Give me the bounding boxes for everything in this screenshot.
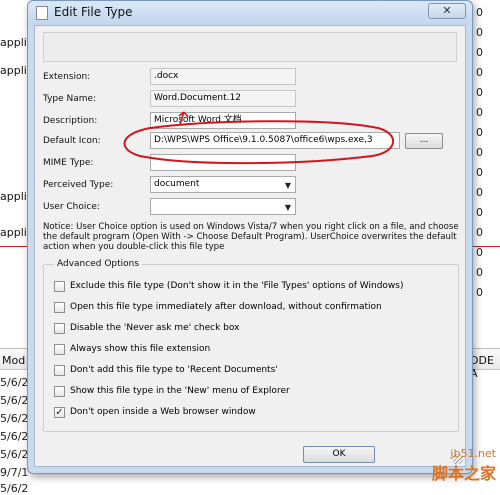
option-label: Show this file type in the 'New' menu of… (70, 386, 290, 396)
table-cell-date: 5/6/2 (0, 394, 29, 407)
dialog-title: Edit File Type (54, 5, 133, 19)
edit-file-type-dialog: Edit File Type ✕ Extension: .docx Type N… (27, 0, 473, 474)
watermark: jb51.net 脚本之家 (432, 447, 496, 484)
option-label: Don't open inside a Web browser window (70, 407, 256, 417)
chevron-down-icon: ▼ (284, 203, 291, 212)
background-number: 0 (476, 186, 483, 199)
background-number: 0 (476, 146, 483, 159)
background-number: 0 (476, 66, 483, 79)
notice-text: Notice: User Choice option is used on Wi… (43, 222, 459, 252)
option-label: Always show this file extension (70, 344, 211, 354)
ok-button[interactable]: OK (303, 446, 375, 463)
background-number: 0 (476, 86, 483, 99)
background-number: 0 (476, 46, 483, 59)
description-input[interactable]: Microsoft Word 文档 (150, 112, 296, 129)
option-label: Don't add this file type to 'Recent Docu… (70, 365, 278, 375)
option-label: Exclude this file type (Don't show it in… (70, 281, 404, 291)
background-number: 0 (476, 226, 483, 239)
type-name-field: Word.Document.12 (150, 90, 296, 107)
checkbox[interactable] (54, 323, 65, 334)
background-number: 0 (476, 246, 483, 259)
checkbox[interactable] (54, 281, 65, 292)
table-cell-date: 5/6/2 (0, 482, 29, 495)
document-icon (36, 6, 48, 20)
background-number: 0 (476, 6, 483, 19)
type-name-label: Type Name: (43, 94, 97, 104)
checkbox[interactable] (54, 344, 65, 355)
close-button[interactable]: ✕ (428, 3, 466, 19)
column-header-modified[interactable]: Mod (2, 354, 25, 367)
browse-icon-button[interactable]: ... (405, 133, 443, 149)
dialog-titlebar[interactable]: Edit File Type ✕ (28, 1, 472, 25)
table-cell-date: 5/6/2 (0, 430, 29, 443)
checkbox[interactable] (54, 302, 65, 313)
dialog-client-area: Extension: .docx Type Name: Word.Documen… (34, 25, 466, 467)
default-icon-input[interactable]: D:\WPS\WPS Office\9.1.0.5087\office6\wps… (150, 132, 400, 149)
extension-label: Extension: (43, 72, 91, 82)
column-header-dde[interactable]: DDE A (470, 354, 500, 380)
chevron-down-icon: ▼ (284, 181, 291, 190)
checkbox-checked[interactable]: ✓ (54, 407, 65, 418)
background-number: 0 (476, 126, 483, 139)
mime-type-input[interactable] (150, 154, 296, 171)
background-number: 0 (476, 206, 483, 219)
watermark-domain: jb51.net (450, 447, 496, 460)
extension-field: .docx (150, 68, 296, 85)
table-cell-date: 5/6/2 (0, 412, 29, 425)
table-cell-date: 9/7/1 (0, 466, 29, 479)
header-panel (43, 32, 457, 62)
perceived-type-value: document (154, 179, 200, 189)
background-number: 0 (476, 266, 483, 279)
advanced-options-title: Advanced Options (54, 259, 143, 269)
checkbox[interactable] (54, 365, 65, 376)
background-number: 0 (476, 166, 483, 179)
background-number: 0 (476, 26, 483, 39)
perceived-type-select[interactable]: document ▼ (150, 176, 296, 193)
table-cell-date: 5/6/2 (0, 376, 29, 389)
background-number: 0 (476, 106, 483, 119)
description-label: Description: (43, 116, 98, 126)
default-icon-label: Default Icon: (43, 136, 101, 146)
user-choice-label: User Choice: (43, 202, 100, 212)
background-number: 0 (476, 286, 483, 299)
checkbox[interactable] (54, 386, 65, 397)
advanced-options-group: Advanced Options Exclude this file type … (43, 259, 459, 432)
table-cell-date: 5/6/2 (0, 448, 29, 461)
mime-type-label: MIME Type: (43, 158, 94, 168)
watermark-site-name: 脚本之家 (431, 464, 496, 483)
option-label: Disable the 'Never ask me' check box (70, 323, 240, 333)
perceived-type-label: Perceived Type: (43, 180, 114, 190)
user-choice-select[interactable]: ▼ (150, 198, 296, 215)
option-label: Open this file type immediately after do… (70, 302, 382, 312)
